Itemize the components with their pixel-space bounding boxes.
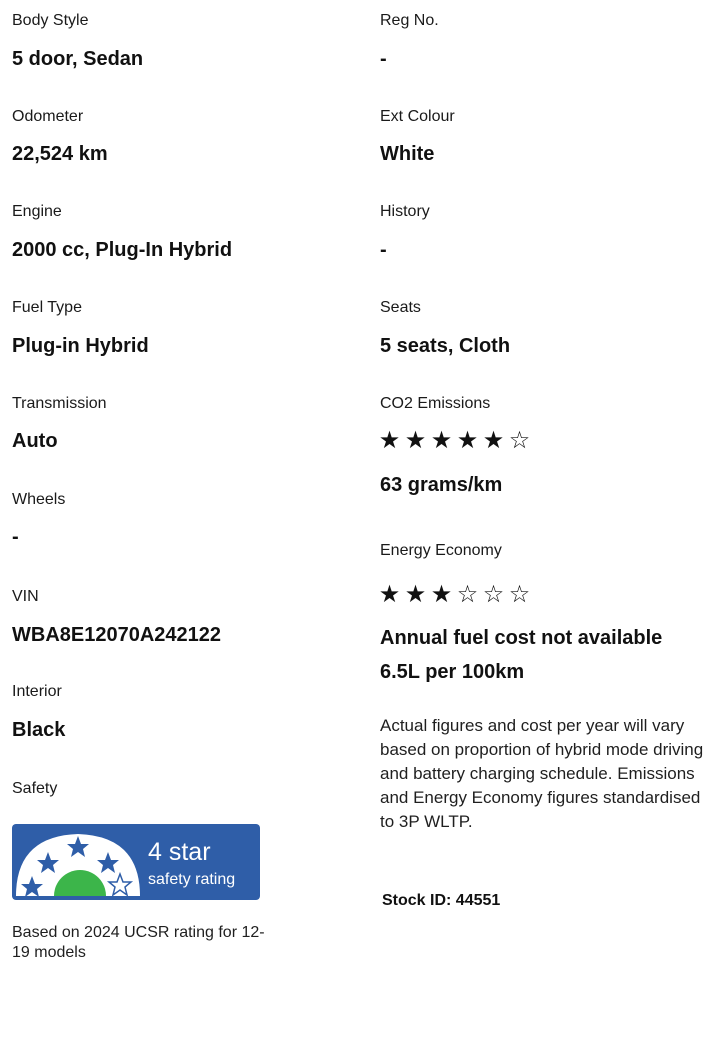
transmission-value: Auto — [12, 430, 58, 452]
ext-colour-label: Ext Colour — [380, 108, 455, 125]
safety-rating-note: Based on 2024 UCSR rating for 12-19 mode… — [12, 924, 265, 961]
fuel-type-label: Fuel Type — [12, 299, 82, 316]
safety-label: Safety — [12, 780, 58, 797]
economy-disclaimer: Actual figures and cost per year will va… — [380, 716, 704, 831]
filled-star-icon: ★ — [430, 580, 456, 608]
empty-star-icon: ☆ — [482, 580, 508, 608]
empty-star-icon: ☆ — [508, 426, 534, 454]
seats-label: Seats — [380, 299, 421, 316]
empty-star-icon: ☆ — [456, 580, 482, 608]
reg-no-label: Reg No. — [380, 12, 439, 29]
energy-economy-label: Energy Economy — [380, 542, 502, 559]
energy-star-rating: ★★★☆☆☆ — [378, 581, 534, 607]
co2-value: 63 grams/km — [380, 474, 503, 496]
fuel-consumption: 6.5L per 100km — [380, 661, 525, 683]
body-style-label: Body Style — [12, 12, 89, 29]
filled-star-icon: ★ — [378, 426, 404, 454]
filled-star-icon: ★ — [404, 580, 430, 608]
vin-value: WBA8E12070A242122 — [12, 624, 222, 646]
history-label: History — [380, 203, 430, 220]
wheels-label: Wheels — [12, 491, 66, 508]
filled-star-icon: ★ — [482, 426, 508, 454]
interior-label: Interior — [12, 683, 62, 700]
filled-star-icon: ★ — [456, 426, 482, 454]
odometer-value: 22,524 km — [12, 143, 108, 165]
interior-value: Black — [12, 719, 66, 741]
engine-label: Engine — [12, 203, 62, 220]
history-value: - — [380, 239, 387, 261]
safety-badge-graphic: 4 star safety rating — [12, 824, 260, 900]
stock-id: Stock ID: 44551 — [382, 892, 501, 909]
fuel-type-value: Plug-in Hybrid — [12, 335, 149, 357]
badge-rating-text: 4 star — [148, 838, 211, 866]
transmission-label: Transmission — [12, 395, 107, 412]
seats-value: 5 seats, Cloth — [380, 335, 511, 357]
body-style-value: 5 door, Sedan — [12, 48, 144, 70]
filled-star-icon: ★ — [430, 426, 456, 454]
wheels-value: - — [12, 526, 19, 548]
co2-label: CO2 Emissions — [380, 395, 491, 412]
odometer-label: Odometer — [12, 108, 84, 125]
ext-colour-value: White — [380, 143, 435, 165]
filled-star-icon: ★ — [378, 580, 404, 608]
vin-label: VIN — [12, 588, 39, 605]
safety-rating-badge: 4 star safety rating — [12, 824, 260, 900]
reg-no-value: - — [380, 48, 387, 70]
annual-fuel-cost: Annual fuel cost not available — [380, 627, 663, 649]
empty-star-icon: ☆ — [508, 580, 534, 608]
badge-caption-text: safety rating — [148, 871, 235, 888]
filled-star-icon: ★ — [404, 426, 430, 454]
engine-value: 2000 cc, Plug-In Hybrid — [12, 239, 233, 261]
co2-star-rating: ★★★★★☆ — [378, 427, 534, 453]
